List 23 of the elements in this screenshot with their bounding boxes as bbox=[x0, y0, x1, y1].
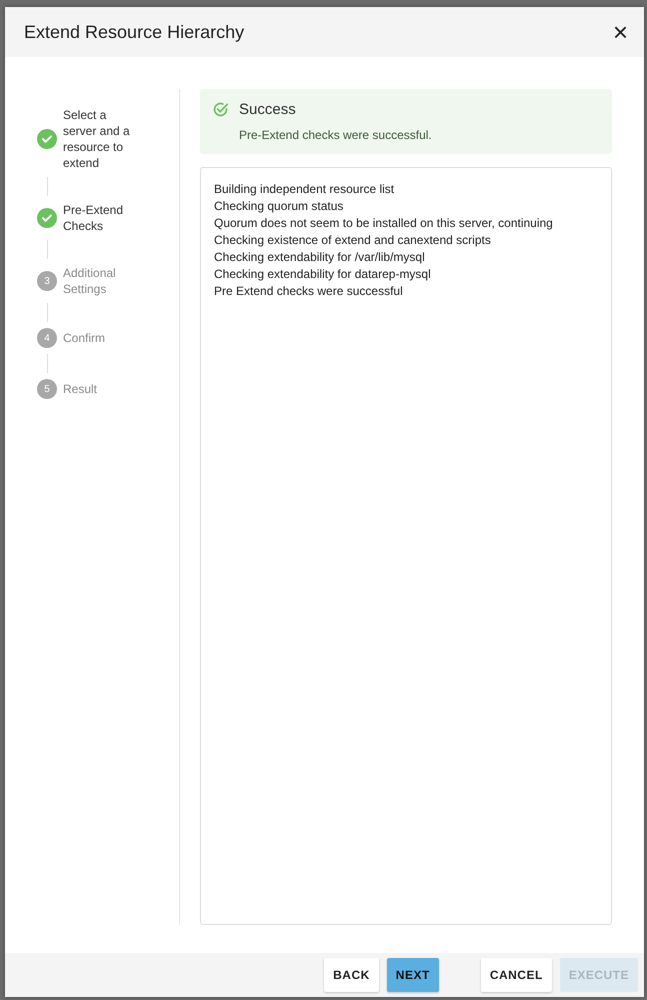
alert-title: Success bbox=[239, 100, 297, 120]
dialog-title: Extend Resource Hierarchy bbox=[24, 20, 244, 44]
check-circle-icon bbox=[212, 101, 229, 118]
log-line: Checking quorum status bbox=[214, 198, 344, 214]
footer-button[interactable]: CANCEL bbox=[480, 958, 552, 992]
log-line: Checking extendability for /var/lib/mysql bbox=[214, 248, 426, 266]
log-line: Checking existence of extend and canextend scripts bbox=[214, 232, 492, 248]
step-number: 4 bbox=[37, 328, 57, 348]
log-line: Building independent resource list bbox=[214, 180, 396, 198]
alert-message: Pre-Extend checks were successful. bbox=[239, 126, 432, 144]
step-label: Additional Settings bbox=[63, 265, 117, 297]
step-label: Result bbox=[63, 381, 98, 397]
next-button[interactable]: NEXT bbox=[386, 958, 439, 992]
step-label: Pre-Extend Checks bbox=[63, 202, 124, 234]
step-number: 5 bbox=[37, 379, 57, 399]
step-label: Select a server and a resource to extend bbox=[63, 107, 131, 171]
log-line: Quorum does not seem to be installed on this server, continuing bbox=[214, 214, 554, 232]
log-line: Checking extendability for datarep-mysql bbox=[214, 266, 432, 282]
footer-button[interactable]: BACK bbox=[324, 958, 379, 992]
log-line: Pre Extend checks were successful bbox=[214, 282, 404, 300]
close-button[interactable]: × bbox=[610, 19, 630, 45]
step-label: Confirm bbox=[63, 330, 106, 346]
step-number: 3 bbox=[37, 271, 57, 291]
